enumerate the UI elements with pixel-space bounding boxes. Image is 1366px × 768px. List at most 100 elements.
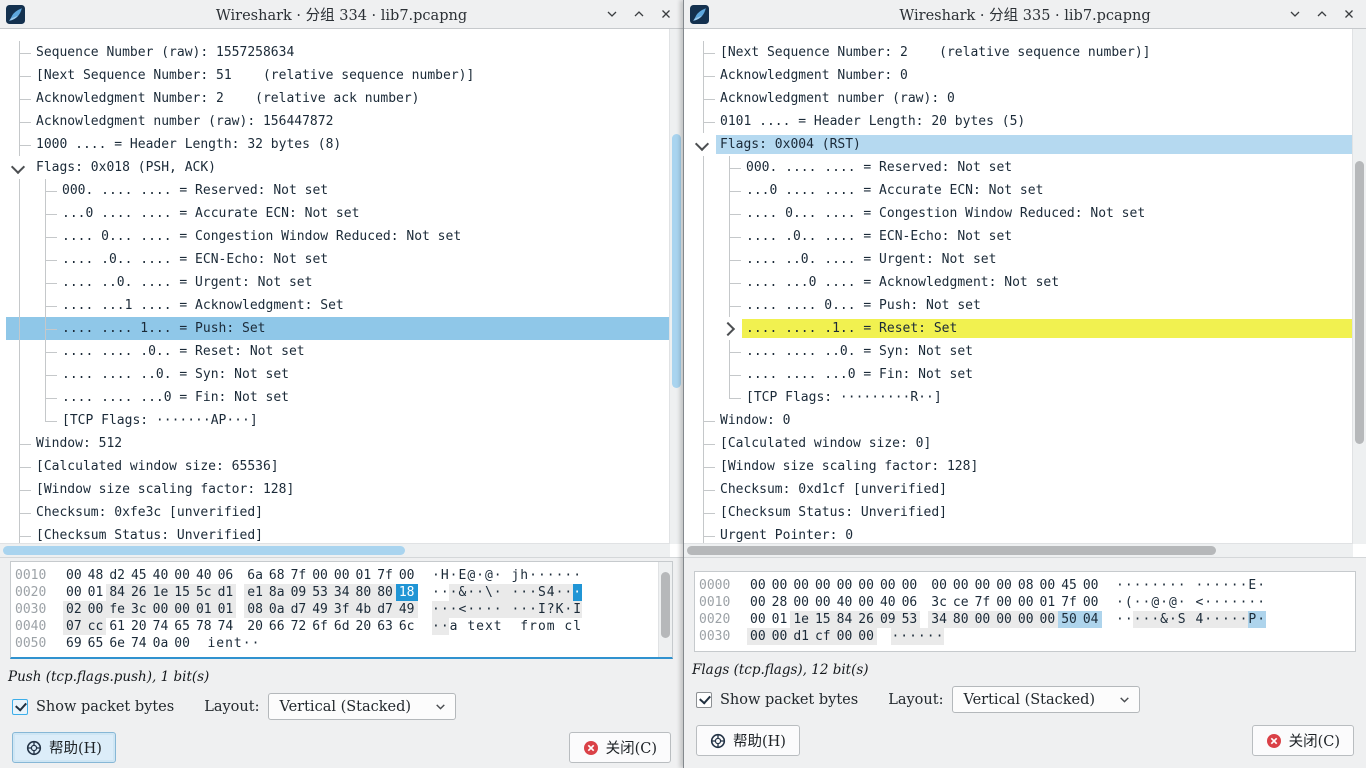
hex-byte[interactable]: 28 <box>769 594 791 611</box>
hex-byte[interactable]: 01 <box>85 584 107 601</box>
tree-vertical-scrollbar[interactable] <box>1352 29 1366 544</box>
hex-byte[interactable]: cc <box>85 618 107 635</box>
hex-byte[interactable]: 00 <box>834 577 856 594</box>
hex-byte[interactable]: 08 <box>1015 577 1037 594</box>
hex-byte[interactable]: 7f <box>374 567 396 584</box>
hex-byte[interactable]: 7f <box>972 594 994 611</box>
show-packet-bytes-label[interactable]: Show packet bytes <box>36 699 174 715</box>
hex-byte[interactable]: 00 <box>899 577 921 594</box>
hex-vertical-scrollbar-thumb[interactable] <box>661 572 670 638</box>
tree-row[interactable]: .... .0.. .... = ECN-Echo: Not set <box>6 248 670 271</box>
tree-vertical-scrollbar-thumb[interactable] <box>672 134 681 388</box>
hex-byte[interactable]: 0a <box>150 635 172 652</box>
hex-byte[interactable]: 01 <box>215 601 237 618</box>
tree-row[interactable]: Checksum: 0xfe3c [unverified] <box>6 501 670 524</box>
hex-byte[interactable]: 00 <box>877 577 899 594</box>
hex-row[interactable]: 004007cc6120746578742066726f6d20636c··a … <box>15 618 672 635</box>
hex-byte[interactable]: 00 <box>747 628 769 645</box>
tree-row[interactable]: .... .... 1... = Push: Set <box>6 317 670 340</box>
hex-byte[interactable]: 49 <box>396 601 418 618</box>
titlebar[interactable]: Wireshark · 分组 334 · lib7.pcapng <box>0 0 683 29</box>
hex-byte[interactable]: 09 <box>288 584 310 601</box>
hex-byte[interactable]: 20 <box>244 618 266 635</box>
hex-byte[interactable]: 1e <box>150 584 172 601</box>
hex-byte[interactable]: 61 <box>106 618 128 635</box>
hex-byte[interactable]: 00 <box>171 601 193 618</box>
hex-byte[interactable]: 49 <box>309 601 331 618</box>
hex-byte[interactable]: 40 <box>877 594 899 611</box>
hex-byte[interactable]: 50 <box>1058 611 1080 628</box>
hex-byte[interactable]: 00 <box>972 611 994 628</box>
hex-byte[interactable]: 00 <box>1015 594 1037 611</box>
hex-byte[interactable]: 00 <box>63 584 85 601</box>
tree-row[interactable]: .... .... ...0 = Fin: Not set <box>6 386 670 409</box>
tree-row[interactable]: Window: 512 <box>6 432 670 455</box>
hex-byte[interactable]: 66 <box>266 618 288 635</box>
hex-byte[interactable]: 53 <box>899 611 921 628</box>
hex-byte[interactable]: 02 <box>63 601 85 618</box>
hex-byte[interactable]: 5c <box>193 584 215 601</box>
hex-byte[interactable]: 69 <box>63 635 85 652</box>
tree-horizontal-scrollbar-thumb[interactable] <box>687 546 1216 555</box>
tree-row[interactable]: Flags: 0x018 (PSH, ACK) <box>6 156 670 179</box>
hex-byte[interactable]: 6d <box>331 618 353 635</box>
minimize-icon[interactable] <box>605 7 619 21</box>
hex-byte[interactable]: 40 <box>834 594 856 611</box>
hex-byte[interactable]: 40 <box>150 567 172 584</box>
hex-byte[interactable]: 1e <box>790 611 812 628</box>
hex-byte[interactable]: 00 <box>812 577 834 594</box>
hex-byte[interactable]: 00 <box>85 601 107 618</box>
hex-byte[interactable]: cf <box>812 628 834 645</box>
tree-row[interactable]: Acknowledgment Number: 2 (relative ack n… <box>6 87 670 110</box>
hex-byte[interactable]: 26 <box>855 611 877 628</box>
hex-byte[interactable]: 18 <box>396 584 418 601</box>
expand-arrow-icon[interactable] <box>716 317 742 340</box>
hex-byte[interactable]: 00 <box>1037 611 1059 628</box>
tree-row[interactable]: Sequence Number (raw): 1557258634 <box>6 41 670 64</box>
help-button[interactable]: 帮助(H) <box>12 732 116 763</box>
hex-byte[interactable]: 7f <box>288 567 310 584</box>
hex-byte[interactable]: 00 <box>855 594 877 611</box>
tree-row[interactable]: .... .0.. .... = ECN-Echo: Not set <box>690 225 1353 248</box>
tree-vertical-scrollbar-thumb[interactable] <box>1355 161 1364 444</box>
hex-byte[interactable]: 07 <box>63 618 85 635</box>
hex-byte[interactable]: 00 <box>769 577 791 594</box>
hex-byte[interactable]: 8a <box>266 584 288 601</box>
hex-byte[interactable]: 00 <box>1080 594 1102 611</box>
hex-byte[interactable]: 84 <box>106 584 128 601</box>
help-button[interactable]: 帮助(H) <box>696 725 800 756</box>
tree-row[interactable]: 0101 .... = Header Length: 20 bytes (5) <box>690 110 1353 133</box>
hex-byte[interactable]: 84 <box>834 611 856 628</box>
tree-row[interactable]: .... ..0. .... = Urgent: Not set <box>6 271 670 294</box>
hex-byte[interactable]: 00 <box>812 594 834 611</box>
hex-byte[interactable]: 09 <box>877 611 899 628</box>
hex-byte[interactable]: 53 <box>309 584 331 601</box>
tree-row[interactable]: .... .... ..0. = Syn: Not set <box>6 363 670 386</box>
hex-byte[interactable]: 3c <box>128 601 150 618</box>
hex-byte[interactable]: 63 <box>374 618 396 635</box>
hex-byte[interactable]: d1 <box>215 584 237 601</box>
tree-row[interactable]: [Calculated window size: 0] <box>690 432 1353 455</box>
tree-row[interactable]: .... .... ..0. = Syn: Not set <box>690 340 1353 363</box>
tree-horizontal-scrollbar[interactable] <box>0 543 670 557</box>
tree-horizontal-scrollbar-thumb[interactable] <box>3 546 405 555</box>
maximize-icon[interactable] <box>632 7 646 21</box>
hex-vertical-scrollbar[interactable] <box>658 562 672 657</box>
hex-byte[interactable]: 78 <box>193 618 215 635</box>
hex-byte[interactable]: 00 <box>1037 577 1059 594</box>
show-packet-bytes-checkbox[interactable] <box>12 699 28 715</box>
tree-row[interactable]: .... 0... .... = Congestion Window Reduc… <box>6 225 670 248</box>
hex-byte[interactable]: 3f <box>331 601 353 618</box>
tree-row[interactable]: Acknowledgment Number: 0 <box>690 64 1353 87</box>
hex-byte[interactable]: 00 <box>834 628 856 645</box>
hex-byte[interactable]: 00 <box>171 567 193 584</box>
packet-detail-tree[interactable]: Sequence Number (raw): 1557258634[Next S… <box>0 29 670 544</box>
tree-row[interactable]: Checksum: 0xd1cf [unverified] <box>690 478 1353 501</box>
hex-byte[interactable]: 00 <box>769 628 791 645</box>
hex-byte[interactable]: 26 <box>128 584 150 601</box>
tree-row[interactable]: .... .... 0... = Push: Not set <box>690 294 1353 317</box>
hex-row[interactable]: 000000000000000000000000000008004500····… <box>699 577 1355 594</box>
tree-row[interactable]: [Calculated window size: 65536] <box>6 455 670 478</box>
hex-byte[interactable]: 00 <box>993 577 1015 594</box>
tree-vertical-scrollbar[interactable] <box>669 29 683 544</box>
